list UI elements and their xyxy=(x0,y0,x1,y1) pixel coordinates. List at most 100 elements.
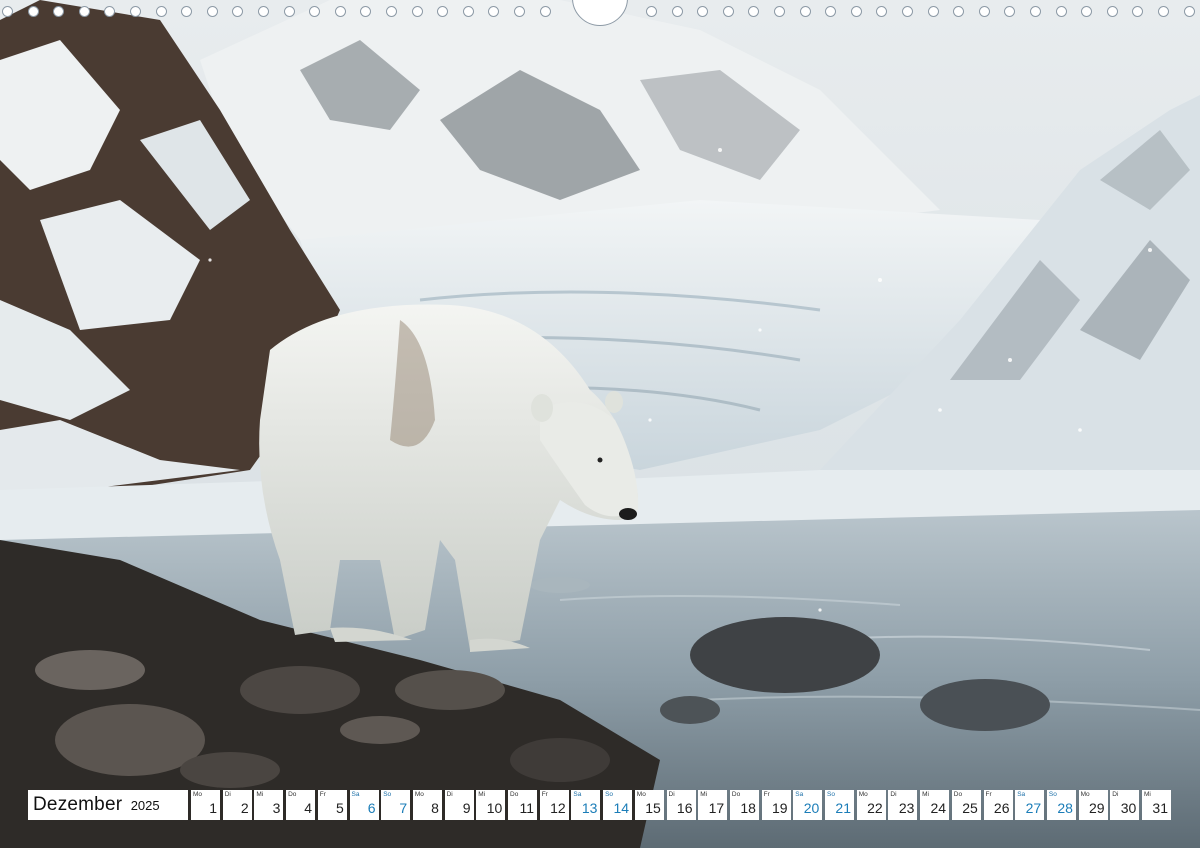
binding-hole xyxy=(1004,6,1016,17)
day-cell: Di 9 xyxy=(444,790,474,820)
rock-water-2 xyxy=(920,679,1050,731)
binding-hole xyxy=(386,6,397,17)
weekday-label: So xyxy=(383,791,392,798)
binding-hole xyxy=(539,6,551,17)
day-number: 9 xyxy=(462,800,471,816)
day-number: 28 xyxy=(1057,800,1073,816)
day-cell: Sa 6 xyxy=(349,790,379,820)
day-number: 8 xyxy=(431,800,439,816)
day-number: 15 xyxy=(645,800,661,816)
weekday-label: So xyxy=(1048,791,1057,798)
weekday-label: Fr xyxy=(763,791,770,798)
binding-hole xyxy=(1081,6,1093,17)
binding-hole xyxy=(78,6,90,17)
day-cell: Mi 31 xyxy=(1142,790,1171,820)
day-cell: Do 11 xyxy=(508,790,537,820)
day-cell: Fr 19 xyxy=(761,790,791,820)
day-number: 16 xyxy=(676,800,693,816)
binding-hole xyxy=(1030,6,1041,17)
day-cell: Do 18 xyxy=(729,790,759,820)
day-number: 22 xyxy=(867,800,883,816)
binding-hole xyxy=(671,6,683,17)
day-cell: So 21 xyxy=(825,790,854,820)
day-cell: Mi 3 xyxy=(254,790,284,820)
weekday-label: Di xyxy=(668,791,675,798)
binding-hole xyxy=(1055,6,1067,17)
month-label: Dezember 2025 xyxy=(28,790,188,820)
day-cell: Mi 10 xyxy=(476,790,506,820)
day-cell: Sa 20 xyxy=(793,790,823,820)
day-number: 31 xyxy=(1152,800,1168,816)
binding-hole xyxy=(850,6,862,17)
day-cell: Mo 29 xyxy=(1078,790,1108,820)
month-year: 2025 xyxy=(130,798,160,813)
weekday-label: Mi xyxy=(1144,791,1151,798)
day-cell: Mo 8 xyxy=(412,790,442,820)
weekday-label: So xyxy=(605,791,614,798)
weekday-label: Sa xyxy=(573,791,582,798)
day-number: 19 xyxy=(772,800,788,816)
weekday-label: Mo xyxy=(858,791,868,798)
weekday-label: Sa xyxy=(351,791,360,798)
binding-hole xyxy=(258,6,269,17)
day-number: 5 xyxy=(336,800,344,816)
binding-holes-left xyxy=(0,6,570,22)
binding-hole xyxy=(283,6,295,17)
binding-hole xyxy=(360,6,372,17)
day-number: 4 xyxy=(304,800,313,816)
binding-hole xyxy=(181,6,193,17)
weekday-label: Di xyxy=(890,791,897,798)
weekday-label: Sa xyxy=(1017,791,1026,798)
day-number: 11 xyxy=(519,800,534,816)
weekday-label: Fr xyxy=(319,791,326,798)
binding-hole xyxy=(206,6,218,17)
day-number: 3 xyxy=(272,800,281,816)
day-number: 23 xyxy=(898,800,915,816)
day-cell: Fr 5 xyxy=(317,790,347,820)
weekday-label: Mo xyxy=(636,791,646,798)
binding-hole xyxy=(722,6,734,17)
binding-hole xyxy=(514,6,525,17)
binding-hole xyxy=(488,6,500,17)
day-cell: So 7 xyxy=(381,790,411,820)
binding-hole xyxy=(978,6,990,17)
binding-hole xyxy=(334,6,346,17)
day-number: 29 xyxy=(1089,800,1105,816)
weekday-label: So xyxy=(827,791,835,798)
day-number: 7 xyxy=(399,800,408,816)
day-number: 10 xyxy=(486,800,503,816)
weekday-label: Sa xyxy=(795,791,804,798)
weekday-label: Mo xyxy=(414,791,424,798)
weekday-label: Mi xyxy=(478,791,486,798)
day-number: 20 xyxy=(803,800,820,816)
day-number: 27 xyxy=(1025,800,1042,816)
day-number: 2 xyxy=(240,800,249,816)
day-cell: Sa 27 xyxy=(1015,790,1045,820)
day-cell: Di 30 xyxy=(1110,790,1140,820)
binding-hole xyxy=(876,6,888,17)
weekday-label: Do xyxy=(953,791,963,798)
weekday-label: Di xyxy=(1112,791,1119,798)
binding-hole xyxy=(953,6,965,17)
weekday-label: Mo xyxy=(1080,791,1090,798)
binding-hole xyxy=(1158,6,1169,17)
day-cell: Sa 13 xyxy=(571,790,601,820)
day-cell: Di 16 xyxy=(666,790,696,820)
binding-hole xyxy=(155,6,167,17)
day-number: 12 xyxy=(550,800,566,816)
day-cell: Mo 22 xyxy=(856,790,886,820)
day-cell: Mo 15 xyxy=(634,790,664,820)
weekday-label: Mi xyxy=(256,791,264,798)
weekday-label: Di xyxy=(224,791,231,798)
binding-holes-right xyxy=(630,6,1200,22)
day-number: 13 xyxy=(581,800,598,816)
weekday-label: Mi xyxy=(700,791,708,798)
binding-hole xyxy=(1106,6,1118,17)
day-number: 25 xyxy=(962,800,978,816)
weekday-label: Mi xyxy=(922,791,929,798)
weekday-label: Mo xyxy=(193,791,203,798)
weekday-label: Do xyxy=(510,791,519,798)
weekday-label: Fr xyxy=(985,791,992,798)
binding-hole xyxy=(774,6,785,17)
binding-hole xyxy=(799,6,811,17)
